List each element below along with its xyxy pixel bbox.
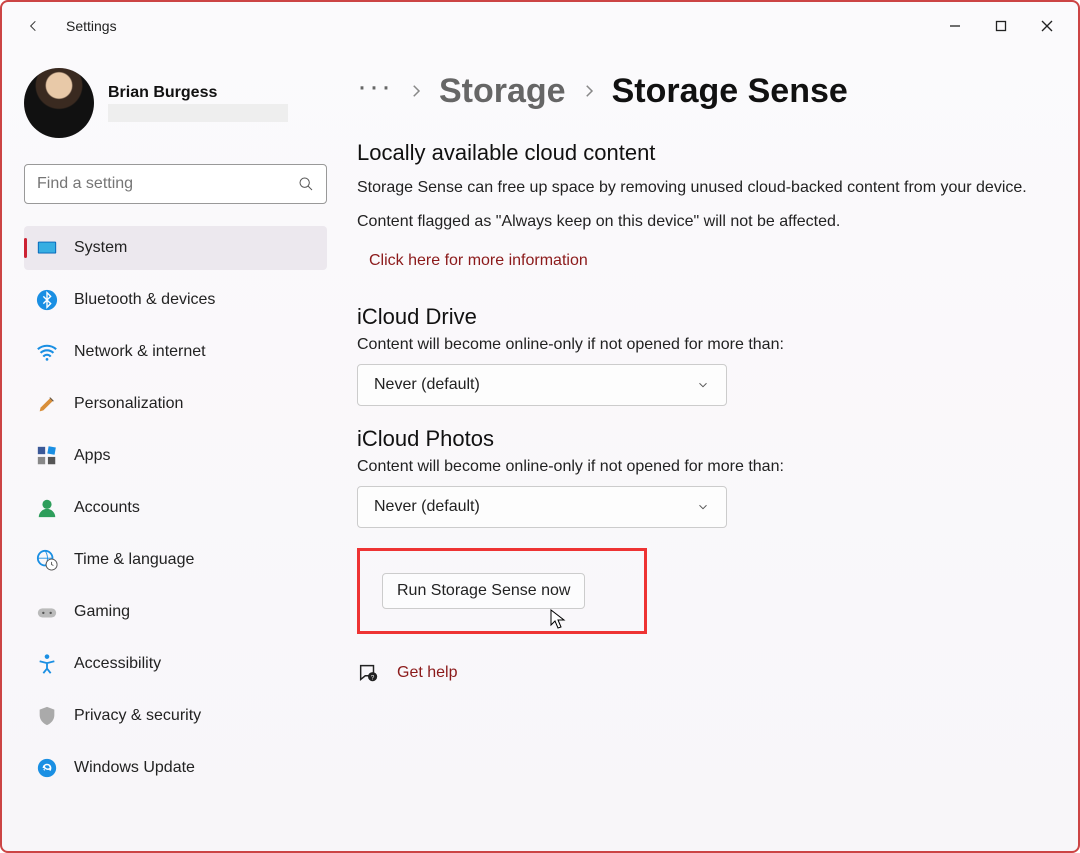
chevron-right-icon <box>407 82 425 100</box>
nav-item-update[interactable]: Windows Update <box>24 746 327 790</box>
nav-item-system[interactable]: System <box>24 226 327 270</box>
nav-item-label: Personalization <box>74 395 183 413</box>
svg-text:?: ? <box>371 674 375 681</box>
nav-item-gaming[interactable]: Gaming <box>24 590 327 634</box>
chevron-down-icon <box>696 378 710 392</box>
settings-window: Settings Brian Burgess <box>0 0 1080 853</box>
chevron-right-icon <box>580 82 598 100</box>
nav-item-label: Bluetooth & devices <box>74 291 215 309</box>
maximize-button[interactable] <box>978 10 1024 42</box>
app-title: Settings <box>66 18 117 34</box>
sidebar: Brian Burgess System <box>2 50 337 851</box>
dropdown-value: Never (default) <box>374 498 480 516</box>
titlebar: Settings <box>2 2 1078 50</box>
nav-item-label: System <box>74 239 127 257</box>
gamepad-icon <box>36 601 58 623</box>
breadcrumb-more[interactable]: ··· <box>357 70 393 112</box>
annotation-highlight: Run Storage Sense now <box>357 548 647 634</box>
breadcrumb-current: Storage Sense <box>612 72 848 111</box>
search-icon <box>298 176 314 192</box>
nav-item-label: Accessibility <box>74 655 161 673</box>
close-button[interactable] <box>1024 10 1070 42</box>
chevron-down-icon <box>696 500 710 514</box>
icloud-photos-dropdown[interactable]: Never (default) <box>357 486 727 528</box>
system-icon <box>36 237 58 259</box>
nav-item-bluetooth[interactable]: Bluetooth & devices <box>24 278 327 322</box>
dropdown-value: Never (default) <box>374 376 480 394</box>
wifi-icon <box>36 341 58 363</box>
cloud-content-desc1: Storage Sense can free up space by remov… <box>357 176 1046 200</box>
nav-item-apps[interactable]: Apps <box>24 434 327 478</box>
search-box[interactable] <box>24 164 327 204</box>
accessibility-icon <box>36 653 58 675</box>
nav-item-privacy[interactable]: Privacy & security <box>24 694 327 738</box>
nav-item-personalization[interactable]: Personalization <box>24 382 327 426</box>
nav-item-label: Gaming <box>74 603 130 621</box>
globe-clock-icon <box>36 549 58 571</box>
window-controls <box>932 10 1070 42</box>
cloud-content-title: Locally available cloud content <box>357 140 1046 166</box>
bluetooth-icon <box>36 289 58 311</box>
nav-item-label: Accounts <box>74 499 140 517</box>
profile-name: Brian Burgess <box>108 84 288 102</box>
cursor-icon <box>550 609 566 631</box>
run-storage-sense-button[interactable]: Run Storage Sense now <box>382 573 585 609</box>
help-icon: ? <box>357 662 379 684</box>
nav-item-label: Windows Update <box>74 759 195 777</box>
avatar <box>24 68 94 138</box>
brush-icon <box>36 393 58 415</box>
get-help-link[interactable]: Get help <box>397 664 457 682</box>
search-input[interactable] <box>37 175 298 193</box>
nav-item-label: Network & internet <box>74 343 206 361</box>
icloud-photos-desc: Content will become online-only if not o… <box>357 458 1046 476</box>
nav-item-network[interactable]: Network & internet <box>24 330 327 374</box>
profile[interactable]: Brian Burgess <box>24 68 327 138</box>
minimize-button[interactable] <box>932 10 978 42</box>
nav-item-accessibility[interactable]: Accessibility <box>24 642 327 686</box>
shield-icon <box>36 705 58 727</box>
nav-item-time-language[interactable]: Time & language <box>24 538 327 582</box>
icloud-photos-title: iCloud Photos <box>357 426 1046 452</box>
content: ··· Storage Storage Sense Locally availa… <box>337 50 1078 851</box>
profile-email-redacted <box>108 104 288 122</box>
help-row: ? Get help <box>357 662 1046 684</box>
breadcrumb: ··· Storage Storage Sense <box>357 70 1046 112</box>
icloud-drive-dropdown[interactable]: Never (default) <box>357 364 727 406</box>
icloud-drive-title: iCloud Drive <box>357 304 1046 330</box>
person-icon <box>36 497 58 519</box>
nav-item-label: Time & language <box>74 551 194 569</box>
update-icon <box>36 757 58 779</box>
nav-item-label: Privacy & security <box>74 707 201 725</box>
more-info-link[interactable]: Click here for more information <box>369 252 588 270</box>
cloud-content-desc2: Content flagged as "Always keep on this … <box>357 210 1046 234</box>
nav-item-label: Apps <box>74 447 110 465</box>
nav-item-accounts[interactable]: Accounts <box>24 486 327 530</box>
back-button[interactable] <box>14 6 54 46</box>
nav: System Bluetooth & devices Network & int… <box>24 226 327 790</box>
apps-icon <box>36 445 58 467</box>
icloud-drive-desc: Content will become online-only if not o… <box>357 336 1046 354</box>
breadcrumb-storage[interactable]: Storage <box>439 72 566 111</box>
